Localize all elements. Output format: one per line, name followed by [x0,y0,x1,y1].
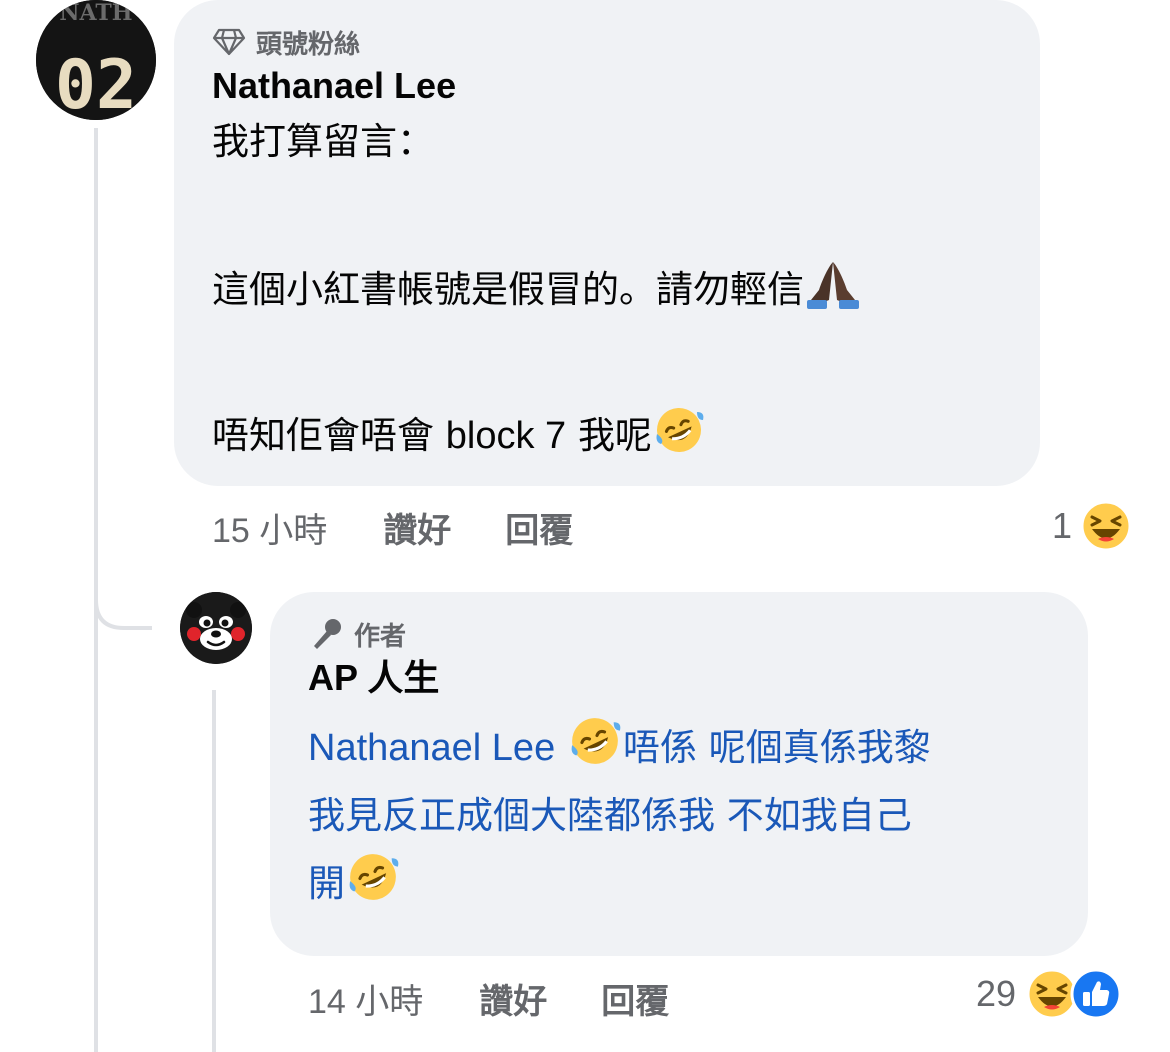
reply-timestamp[interactable]: 14 小時 [308,974,423,1023]
jersey-name-text: NATH [59,0,132,26]
like-button[interactable]: 讚好 [383,503,451,552]
rofl-emoji [571,718,621,764]
comment-line-2: 這個小紅書帳號是假冒的。請勿輕信 [212,256,1004,314]
reply-line-2: 我見反正成個大陸都係我 不如我自己 [308,794,912,837]
like-button[interactable]: 讚好 [479,974,547,1023]
comment-line-blank [212,166,1004,256]
reaction-count: 1 [1052,505,1073,546]
jersey-image: NATH 02 [36,0,156,120]
like-emoji [1070,968,1122,1020]
comment-bubble: 頭號粉絲 Nathanael Lee 我打算留言： 這個小紅書帳號是假冒的。請勿… [174,0,1040,486]
comment-line-3-latin: block 7 [445,415,567,457]
jersey-number-text: 02 [55,46,137,120]
reply-button[interactable]: 回覆 [601,974,669,1023]
top-fan-badge: 頭號粉絲 [212,24,1004,60]
author-badge: 作者 [308,616,1052,652]
reaction-count: 29 [976,973,1017,1014]
comment-line-blank-2 [212,314,1004,404]
comment-actions: 15 小時 讚好 回覆 [212,503,627,552]
comment-line-3-text-b: 我呢 [577,414,652,457]
microphone-icon [314,619,341,649]
comment-author[interactable]: Nathanael Lee [212,62,1004,110]
haha-emoji [1080,500,1132,552]
reply-author-avatar[interactable] [180,592,252,664]
kumamon-avatar [180,592,252,664]
thread-line-reply [212,690,216,1052]
badge-label: 頭號粉絲 [256,29,361,60]
commenter-avatar[interactable]: NATH 02 [36,0,156,120]
reply-author[interactable]: AP 人生 [308,654,1052,702]
reply-line-1-text: 唔係 呢個真係我黎 [622,726,931,769]
rofl-emoji [656,408,704,452]
comment-line-3-text-a: 唔知佢會唔會 [212,414,446,457]
comment-line-1: 我打算留言： [212,120,434,163]
reply-bubble: 作者 AP 人生 Nathanael Lee 唔係 呢個真係我黎 我見反正成個大… [270,592,1088,956]
rofl-emoji [349,854,399,900]
reply-line-1: Nathanael Lee 唔係 呢個真係我黎 [308,714,1052,782]
reply-reactions[interactable]: 29 [976,968,1122,1020]
comment-line-3: 唔知佢會唔會 block 7 我呢 [212,404,1004,460]
thread-line-branch [94,560,152,630]
comment-thread: NATH 02 頭號粉絲 Nathanael Lee 我打算留言： 這個小紅書帳… [0,0,1170,1052]
reply-button[interactable]: 回覆 [505,503,573,552]
comment-timestamp[interactable]: 15 小時 [212,503,327,552]
reply-line-3: 開 [308,850,1052,918]
diamond-icon [212,28,246,56]
folded-hands-emoji [807,262,859,309]
comment-reactions[interactable]: 1 [1052,500,1132,552]
badge-label: 作者 [354,621,407,652]
reply-line-3-text: 開 [308,862,345,905]
comment-line-2-text: 這個小紅書帳號是假冒的。請勿輕信 [212,268,804,311]
reply-actions: 14 小時 讚好 回覆 [308,974,723,1023]
mention-link[interactable]: Nathanael Lee [308,727,555,769]
